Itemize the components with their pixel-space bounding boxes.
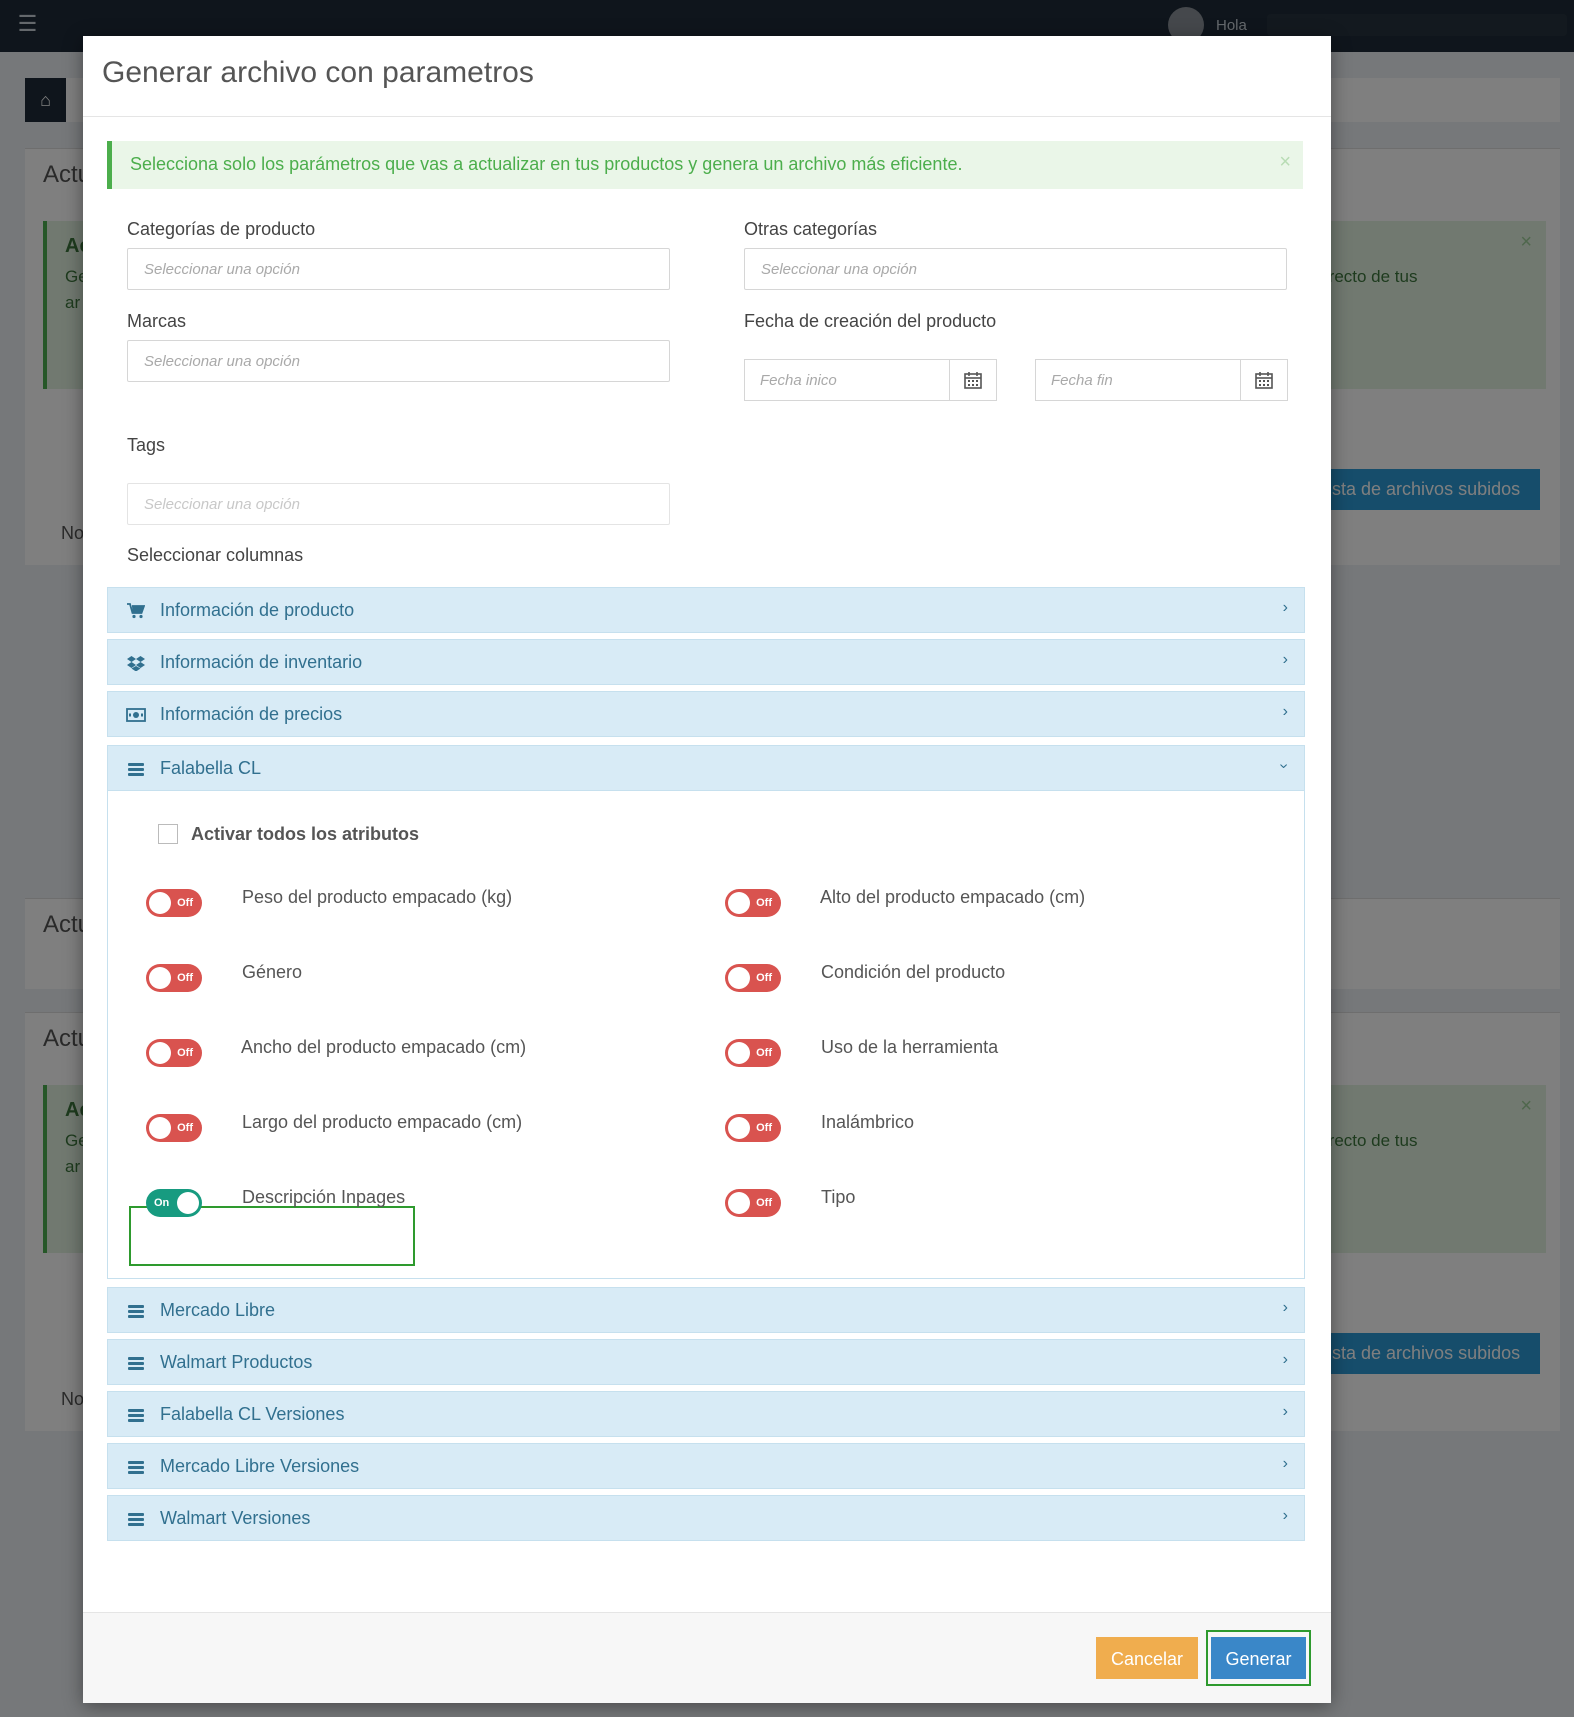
categories-placeholder: Seleccionar una opción: [144, 261, 300, 278]
modal-header: Generar archivo con parametros: [83, 36, 1331, 117]
bars-icon: [126, 1457, 146, 1477]
other-categories-label: Otras categorías: [744, 219, 878, 239]
activate-all-checkbox[interactable]: [158, 824, 178, 844]
accordion-falabella-cl[interactable]: Falabella CL ›: [107, 745, 1305, 791]
attribute-label: Inalámbrico: [821, 1112, 915, 1132]
toggle-largo-empacado[interactable]: Off: [146, 1114, 202, 1142]
close-icon[interactable]: ×: [1279, 151, 1291, 174]
switch-off-text: Off: [177, 1047, 193, 1059]
columns-label: Seleccionar columnas: [127, 545, 304, 565]
accordion-walmart-productos[interactable]: Walmart Productos ›: [107, 1339, 1305, 1385]
toggle-peso-empacado[interactable]: Off: [146, 889, 202, 917]
accordion-mercado-libre-versiones[interactable]: Mercado Libre Versiones ›: [107, 1443, 1305, 1489]
chevron-right-icon: ›: [1282, 1455, 1288, 1472]
cancel-button[interactable]: Cancelar: [1096, 1637, 1198, 1679]
generate-button[interactable]: Generar: [1211, 1637, 1306, 1679]
attribute-label: Largo del producto empacado (cm): [242, 1112, 523, 1132]
tags-placeholder: Seleccionar una opción: [144, 496, 300, 513]
accordion-label: Información de producto: [160, 600, 355, 620]
dropbox-icon: [126, 653, 146, 673]
bars-icon: [126, 1301, 146, 1321]
toggle-condicion[interactable]: Off: [725, 964, 781, 992]
accordion-label: Información de precios: [160, 704, 343, 724]
chevron-right-icon: ›: [1282, 1403, 1288, 1420]
switch-off-text: Off: [756, 1047, 772, 1059]
accordion-label: Mercado Libre Versiones: [160, 1456, 360, 1476]
accordion-label: Falabella CL Versiones: [160, 1404, 345, 1424]
categories-select[interactable]: Seleccionar una opción: [127, 248, 670, 290]
switch-off-text: Off: [177, 897, 193, 909]
accordion-product-info[interactable]: Información de producto ›: [107, 587, 1305, 633]
accordion-falabella-cl-versiones[interactable]: Falabella CL Versiones ›: [107, 1391, 1305, 1437]
accordion-mercado-libre[interactable]: Mercado Libre ›: [107, 1287, 1305, 1333]
toggle-tipo[interactable]: Off: [725, 1189, 781, 1217]
start-date-placeholder: Fecha inico: [760, 372, 837, 389]
switch-on-text: On: [154, 1197, 170, 1209]
brands-placeholder: Seleccionar una opción: [144, 353, 300, 370]
attribute-label: Condición del producto: [821, 962, 1006, 982]
info-alert: Selecciona solo los parámetros que vas a…: [107, 141, 1303, 189]
attribute-label: Género: [242, 962, 303, 982]
brands-select[interactable]: Seleccionar una opción: [127, 340, 670, 382]
end-date-input[interactable]: Fecha fin: [1035, 359, 1288, 401]
toggle-alto-empacado[interactable]: Off: [725, 889, 781, 917]
attribute-label: Alto del producto empacado (cm): [820, 887, 1086, 907]
chevron-down-icon: ›: [1275, 763, 1293, 769]
accordion-prices-info[interactable]: Información de precios ›: [107, 691, 1305, 737]
money-icon: [126, 705, 146, 725]
switch-off-text: Off: [177, 1122, 193, 1134]
start-date-input[interactable]: Fecha inico: [744, 359, 997, 401]
chevron-right-icon: ›: [1282, 703, 1288, 720]
other-categories-placeholder: Seleccionar una opción: [761, 261, 917, 278]
switch-off-text: Off: [177, 972, 193, 984]
switch-off-text: Off: [756, 897, 772, 909]
attribute-label: Descripción Inpages: [242, 1187, 406, 1207]
toggle-ancho-empacado[interactable]: Off: [146, 1039, 202, 1067]
calendar-icon[interactable]: [1240, 360, 1287, 400]
toggle-inalambrico[interactable]: Off: [725, 1114, 781, 1142]
accordion-label: Información de inventario: [160, 652, 363, 672]
toggle-uso-herramienta[interactable]: Off: [725, 1039, 781, 1067]
generate-file-modal: Generar archivo con parametros Seleccion…: [83, 36, 1331, 1703]
cart-icon: [126, 601, 146, 621]
tags-select[interactable]: Seleccionar una opción: [127, 483, 670, 525]
categories-label: Categorías de producto: [127, 219, 316, 239]
tags-label: Tags: [127, 435, 166, 455]
switch-off-text: Off: [756, 1122, 772, 1134]
accordion-walmart-versiones[interactable]: Walmart Versiones ›: [107, 1495, 1305, 1541]
chevron-right-icon: ›: [1282, 1299, 1288, 1316]
attribute-label: Ancho del producto empacado (cm): [241, 1037, 527, 1057]
creation-date-label: Fecha de creación del producto: [744, 311, 997, 331]
info-alert-text: Selecciona solo los parámetros que vas a…: [130, 154, 963, 174]
calendar-icon[interactable]: [949, 360, 996, 400]
chevron-right-icon: ›: [1282, 1507, 1288, 1524]
accordion-label: Falabella CL: [160, 758, 262, 778]
bars-icon: [126, 1353, 146, 1373]
falabella-attributes-panel: Activar todos los atributos Off Peso del…: [107, 791, 1305, 1279]
attribute-label: Uso de la herramienta: [821, 1037, 999, 1057]
modal-footer: Cancelar Generar: [83, 1612, 1331, 1703]
accordion-label: Walmart Productos: [160, 1352, 313, 1372]
chevron-right-icon: ›: [1282, 599, 1288, 616]
brands-label: Marcas: [127, 311, 187, 331]
attribute-label: Tipo: [821, 1187, 856, 1207]
other-categories-select[interactable]: Seleccionar una opción: [744, 248, 1287, 290]
bars-icon: [126, 759, 146, 779]
switch-off-text: Off: [756, 1197, 772, 1209]
toggle-genero[interactable]: Off: [146, 964, 202, 992]
end-date-placeholder: Fecha fin: [1051, 372, 1113, 389]
bars-icon: [126, 1509, 146, 1529]
accordion-label: Walmart Versiones: [160, 1508, 311, 1528]
switch-off-text: Off: [756, 972, 772, 984]
accordion-inventory-info[interactable]: Información de inventario ›: [107, 639, 1305, 685]
attribute-label: Peso del producto empacado (kg): [242, 887, 513, 907]
activate-all-label: Activar todos los atributos: [191, 824, 420, 844]
chevron-right-icon: ›: [1282, 1351, 1288, 1368]
toggle-descripcion-inpages[interactable]: On: [146, 1189, 202, 1217]
bars-icon: [126, 1405, 146, 1425]
chevron-right-icon: ›: [1282, 651, 1288, 668]
accordion-label: Mercado Libre: [160, 1300, 276, 1320]
modal-title: Generar archivo con parametros: [102, 56, 534, 89]
